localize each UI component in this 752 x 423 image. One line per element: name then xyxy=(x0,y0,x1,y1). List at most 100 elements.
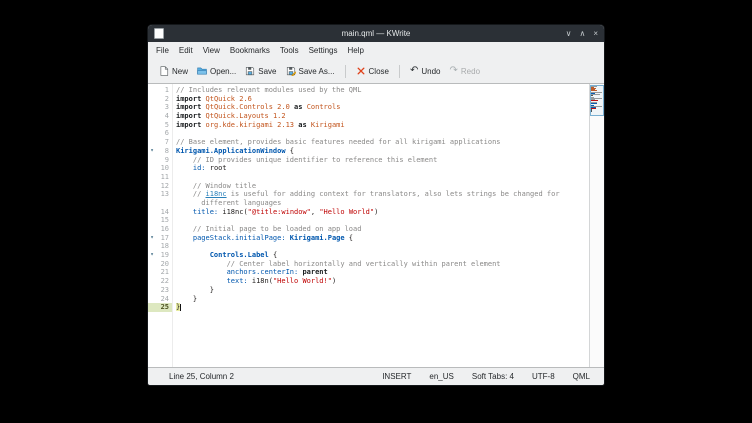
line-number: 10 xyxy=(156,164,172,173)
line-number: 21 xyxy=(156,268,172,277)
titlebar[interactable]: main.qml — KWrite ∨ ∧ × xyxy=(148,25,604,42)
menu-tools[interactable]: Tools xyxy=(275,44,304,57)
code-line: } xyxy=(176,303,589,312)
close-window-button[interactable]: × xyxy=(593,25,598,42)
menubar: File Edit View Bookmarks Tools Settings … xyxy=(148,42,604,59)
line-number: 8 xyxy=(156,147,172,156)
minimize-button[interactable]: ∨ xyxy=(566,25,572,42)
gutter-row: 7 xyxy=(148,138,172,147)
fold-spacer xyxy=(148,208,156,217)
toolbar-separator xyxy=(399,65,400,78)
fold-arrow-icon[interactable]: ▾ xyxy=(148,234,156,243)
open-folder-icon xyxy=(197,66,207,76)
menu-settings[interactable]: Settings xyxy=(304,44,343,57)
line-number: 4 xyxy=(156,112,172,121)
close-document-button[interactable]: Close xyxy=(352,64,393,78)
save-icon xyxy=(245,66,255,76)
menu-file[interactable]: File xyxy=(151,44,174,57)
code-line: import QtQuick.Controls 2.0 as Controls xyxy=(176,103,589,112)
syntax-mode-button[interactable]: QML xyxy=(573,372,590,381)
code-line: // Window title xyxy=(176,182,589,191)
menu-edit[interactable]: Edit xyxy=(174,44,198,57)
tab-mode-button[interactable]: Soft Tabs: 4 xyxy=(472,372,514,381)
gutter-row: 9 xyxy=(148,156,172,165)
redo-button[interactable]: ↷ Redo xyxy=(446,64,485,78)
maximize-button[interactable]: ∧ xyxy=(579,25,585,42)
menu-help[interactable]: Help xyxy=(343,44,369,57)
gutter-row: 16 xyxy=(148,225,172,234)
code-line xyxy=(176,129,589,138)
line-number: 18 xyxy=(156,242,172,251)
fold-arrow-icon[interactable]: ▾ xyxy=(148,147,156,156)
fold-spacer xyxy=(148,260,156,269)
fold-marker-row[interactable]: ▾8 xyxy=(148,147,172,156)
line-number: 23 xyxy=(156,286,172,295)
toolbar-button-label: Close xyxy=(369,67,389,76)
gutter: 1234567▾8910111213141516▾1718▾1920212223… xyxy=(148,84,173,367)
code-line: // Base element, provides basic features… xyxy=(176,138,589,147)
fold-marker-row[interactable]: ▾17 xyxy=(148,234,172,243)
code-line xyxy=(176,173,589,182)
line-number: 22 xyxy=(156,277,172,286)
toolbar-button-label: Undo xyxy=(421,67,440,76)
line-number: 13 xyxy=(156,190,172,199)
toolbar-button-label: Redo xyxy=(461,67,480,76)
redo-icon: ↷ xyxy=(450,66,458,76)
fold-spacer xyxy=(148,112,156,121)
fold-spacer xyxy=(148,129,156,138)
fold-marker-row[interactable]: ▾19 xyxy=(148,251,172,260)
minimap-scrollbar[interactable] xyxy=(589,84,604,367)
gutter-row: 23 xyxy=(148,286,172,295)
fold-spacer xyxy=(148,268,156,277)
code-area[interactable]: // Includes relevant modules used by the… xyxy=(173,84,589,367)
gutter-row: 14 xyxy=(148,208,172,217)
gutter-row: 4 xyxy=(148,112,172,121)
code-line: } xyxy=(176,286,589,295)
undo-button[interactable]: ↶ Undo xyxy=(406,64,445,78)
line-number: 12 xyxy=(156,182,172,191)
menu-bookmarks[interactable]: Bookmarks xyxy=(225,44,275,57)
fold-spacer xyxy=(148,286,156,295)
code-line xyxy=(176,216,589,225)
gutter-row: 2 xyxy=(148,95,172,104)
fold-arrow-icon[interactable]: ▾ xyxy=(148,251,156,260)
toolbar: New Open... Save Save As... xyxy=(148,59,604,83)
save-as-button[interactable]: Save As... xyxy=(282,64,339,78)
minimap-view-rect[interactable] xyxy=(590,85,604,116)
new-button[interactable]: New xyxy=(155,64,192,78)
toolbar-button-label: Save As... xyxy=(299,67,335,76)
text-cursor xyxy=(180,304,181,311)
line-number: 17 xyxy=(156,234,172,243)
gutter-row: 22 xyxy=(148,277,172,286)
encoding-button[interactable]: UTF-8 xyxy=(532,372,555,381)
code-line: import QtQuick.Layouts 1.2 xyxy=(176,112,589,121)
fold-spacer xyxy=(148,86,156,95)
close-document-icon xyxy=(356,66,366,76)
undo-icon: ↶ xyxy=(410,66,418,76)
input-mode-button[interactable]: INSERT xyxy=(382,372,411,381)
toolbar-button-label: Open... xyxy=(210,67,236,76)
cursor-position-label[interactable]: Line 25, Column 2 xyxy=(169,372,234,381)
line-number: 3 xyxy=(156,103,172,112)
gutter-row: 1 xyxy=(148,86,172,95)
dictionary-button[interactable]: en_US xyxy=(429,372,453,381)
gutter-row: 3 xyxy=(148,103,172,112)
menu-view[interactable]: View xyxy=(198,44,225,57)
open-button[interactable]: Open... xyxy=(193,64,240,78)
gutter-row: 25 xyxy=(148,303,172,312)
save-button[interactable]: Save xyxy=(241,64,280,78)
gutter-row xyxy=(148,199,172,208)
line-number xyxy=(156,199,172,208)
code-line: pageStack.initialPage: Kirigami.Page { xyxy=(176,234,589,243)
fold-spacer xyxy=(148,121,156,130)
line-number: 24 xyxy=(156,295,172,304)
line-number: 16 xyxy=(156,225,172,234)
line-number: 14 xyxy=(156,208,172,217)
gutter-row: 5 xyxy=(148,121,172,130)
toolbar-separator xyxy=(345,65,346,78)
line-number: 5 xyxy=(156,121,172,130)
fold-spacer xyxy=(148,138,156,147)
code-line: Controls.Label { xyxy=(176,251,589,260)
kwrite-app-icon xyxy=(154,28,164,39)
gutter-row: 10 xyxy=(148,164,172,173)
